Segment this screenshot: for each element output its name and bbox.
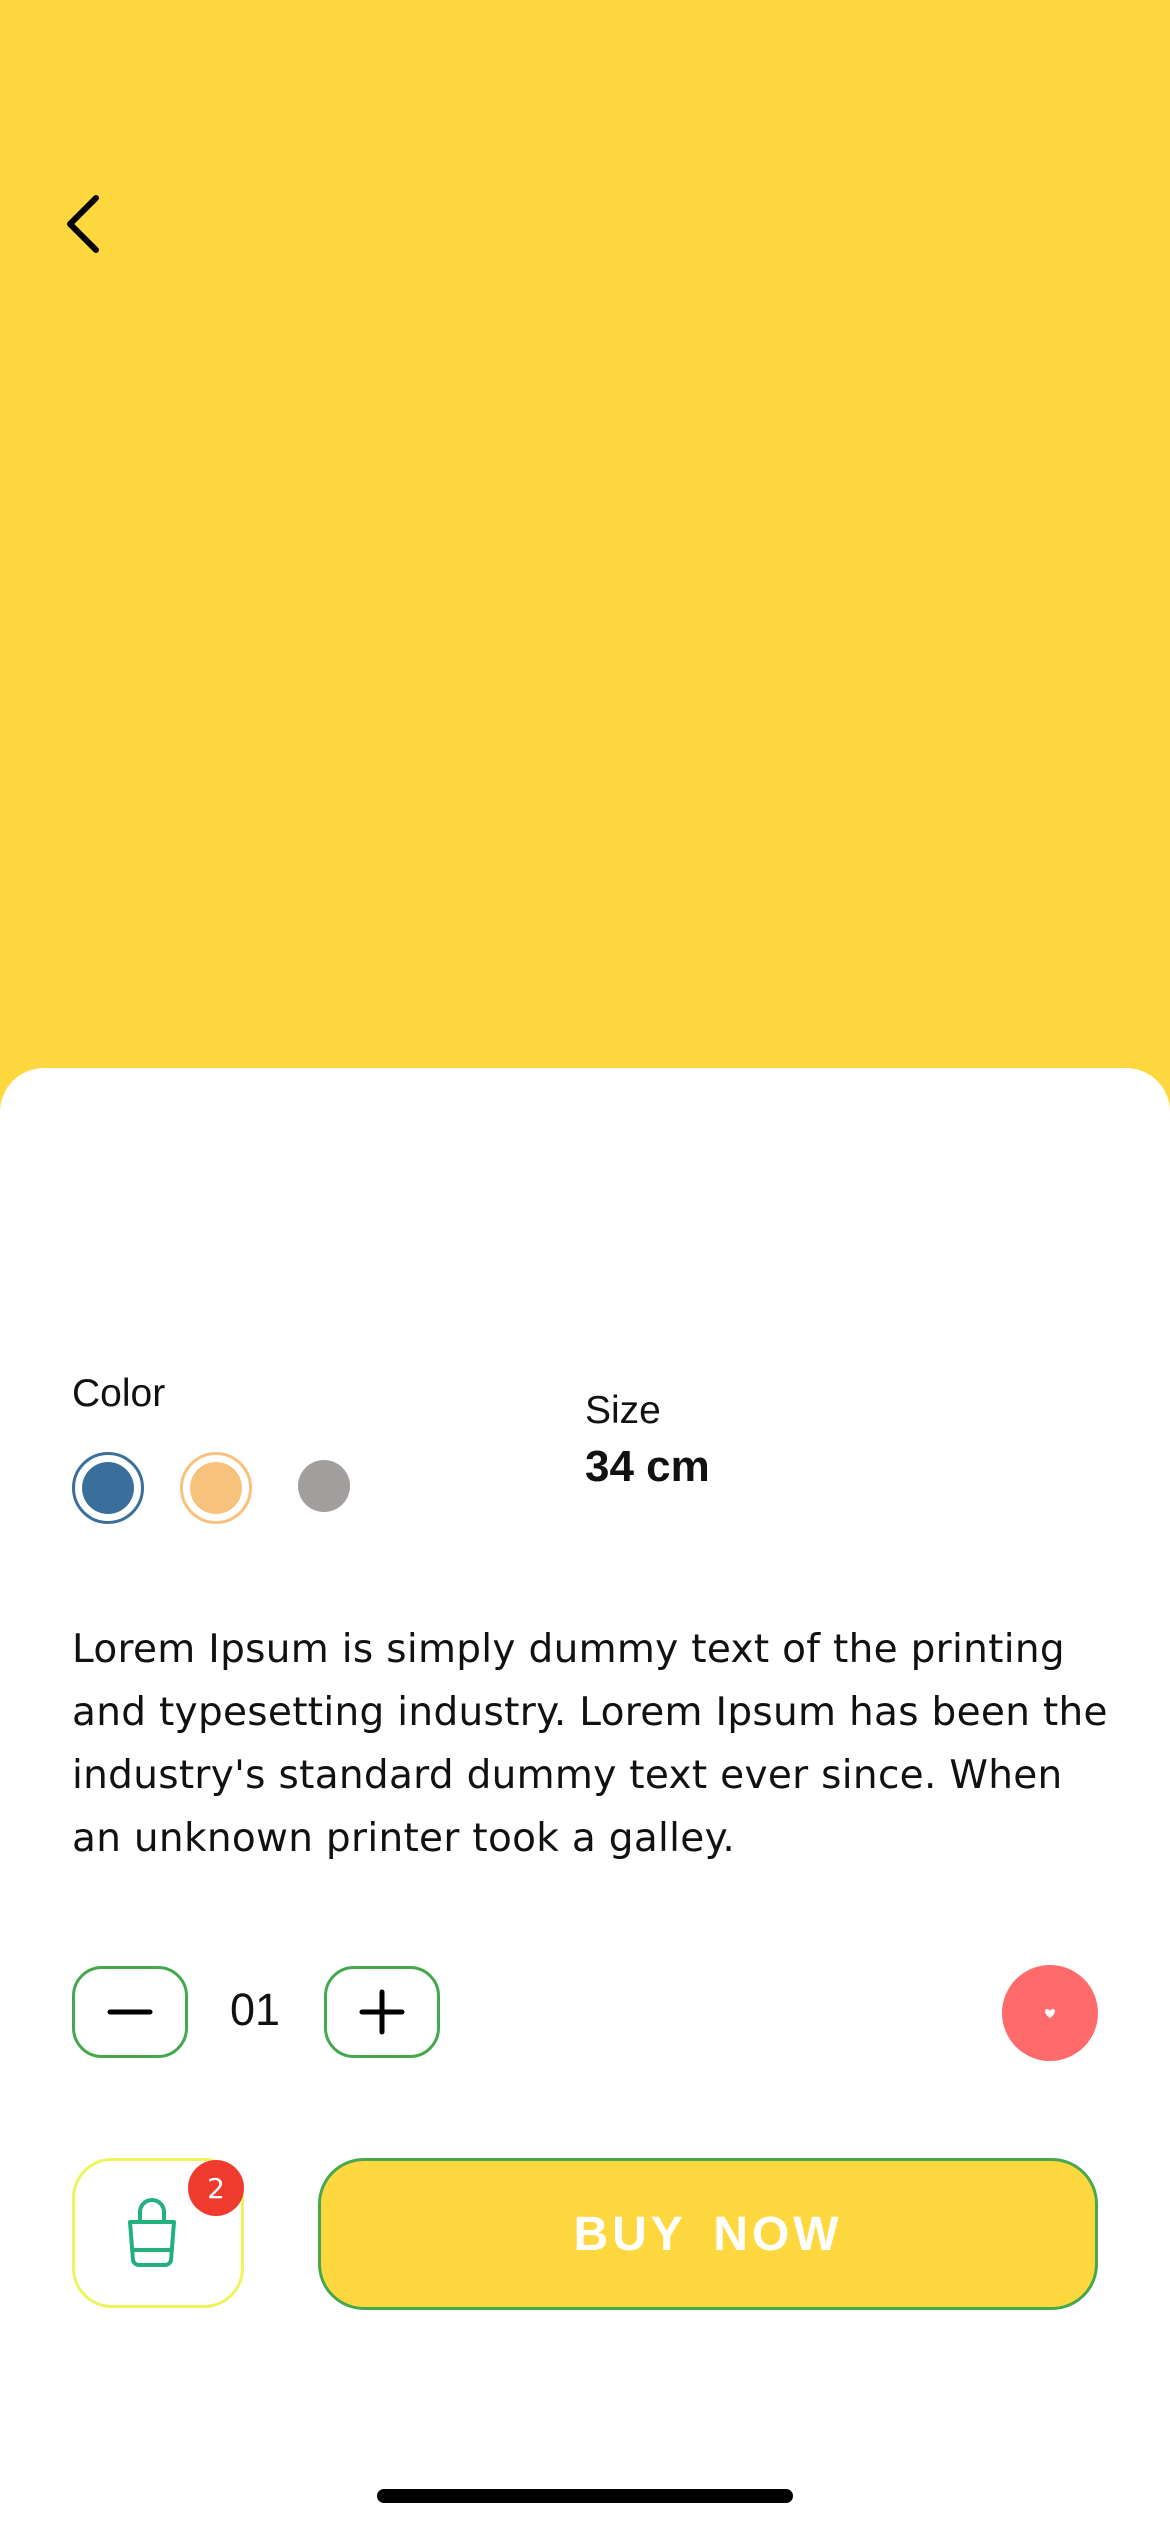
home-indicator[interactable] xyxy=(377,2489,793,2503)
color-swatch-orange[interactable] xyxy=(180,1452,252,1524)
quantity-value: 01 xyxy=(230,1984,281,2035)
swatch-dot xyxy=(190,1462,242,1514)
heart-icon xyxy=(1045,2009,1055,2018)
decrement-button[interactable] xyxy=(72,1966,188,2058)
favorite-button[interactable] xyxy=(1002,1965,1098,2061)
shopping-bag-icon xyxy=(128,2198,176,2267)
color-swatch-blue[interactable] xyxy=(72,1452,144,1524)
cart-count-badge: 2 xyxy=(188,2160,244,2216)
size-label: Size xyxy=(585,1389,661,1432)
chevron-left-icon xyxy=(67,195,99,253)
plus-icon xyxy=(359,1989,405,2035)
increment-button[interactable] xyxy=(324,1966,440,2058)
buy-now-button[interactable]: BUY NOW xyxy=(318,2158,1098,2310)
color-label: Color xyxy=(72,1372,166,1415)
swatch-ring xyxy=(180,1452,252,1524)
minus-icon xyxy=(107,2009,153,2015)
product-hero xyxy=(0,0,1170,1080)
color-swatch-gray[interactable] xyxy=(298,1460,350,1512)
product-description: Lorem Ipsum is simply dummy text of the … xyxy=(72,1627,1108,1861)
swatch-ring xyxy=(72,1452,144,1524)
swatch-dot xyxy=(82,1462,134,1514)
back-button[interactable] xyxy=(56,188,116,260)
size-value: 34 cm xyxy=(585,1442,710,1491)
